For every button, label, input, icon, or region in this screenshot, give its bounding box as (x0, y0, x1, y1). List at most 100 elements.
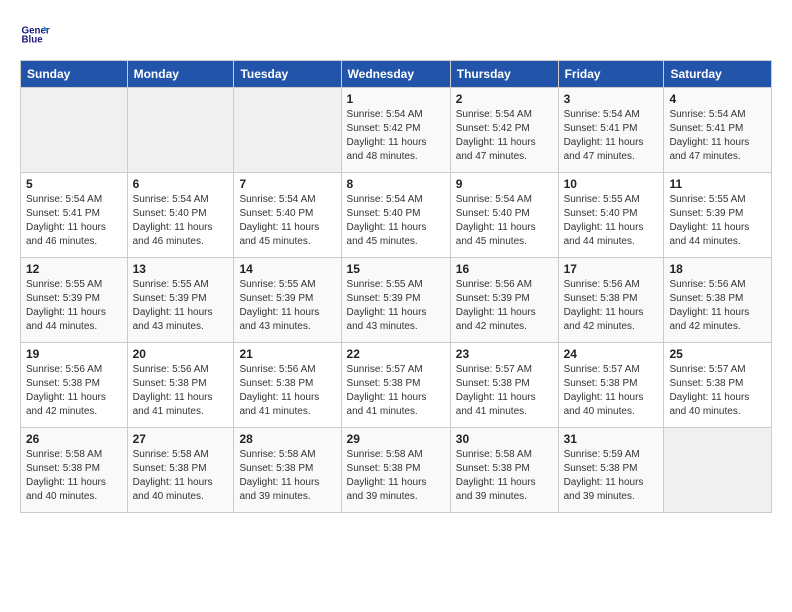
day-info: Sunrise: 5:54 AM Sunset: 5:42 PM Dayligh… (347, 108, 445, 164)
calendar-week-5: 26 Sunrise: 5:58 AM Sunset: 5:38 PM Dayli… (21, 428, 772, 513)
weekday-header-thursday: Thursday (450, 61, 558, 88)
svg-text:Blue: Blue (22, 35, 44, 46)
day-number: 25 (669, 347, 766, 361)
calendar-cell: 25 Sunrise: 5:57 AM Sunset: 5:38 PM Dayli… (664, 343, 772, 428)
day-info: Sunrise: 5:57 AM Sunset: 5:38 PM Dayligh… (347, 363, 445, 419)
calendar-cell: 26 Sunrise: 5:58 AM Sunset: 5:38 PM Dayli… (21, 428, 128, 513)
calendar-cell: 23 Sunrise: 5:57 AM Sunset: 5:38 PM Dayli… (450, 343, 558, 428)
day-info: Sunrise: 5:55 AM Sunset: 5:39 PM Dayligh… (347, 278, 445, 334)
calendar-week-3: 12 Sunrise: 5:55 AM Sunset: 5:39 PM Dayli… (21, 258, 772, 343)
calendar-cell: 28Sunrise: 5:58 AM Sunset: 5:38 PM Dayli… (234, 428, 341, 513)
calendar-cell: 3 Sunrise: 5:54 AM Sunset: 5:41 PM Daylig… (558, 88, 664, 173)
calendar-body: 1 Sunrise: 5:54 AM Sunset: 5:42 PM Daylig… (21, 88, 772, 513)
calendar-cell: 27 Sunrise: 5:58 AM Sunset: 5:38 PM Dayli… (127, 428, 234, 513)
calendar-cell: 20 Sunrise: 5:56 AM Sunset: 5:38 PM Dayli… (127, 343, 234, 428)
calendar-cell: 12 Sunrise: 5:55 AM Sunset: 5:39 PM Dayli… (21, 258, 128, 343)
day-info: Sunrise: 5:57 AM Sunset: 5:38 PM Dayligh… (669, 363, 766, 419)
day-number: 9 (456, 177, 553, 191)
day-info: Sunrise: 5:55 AM Sunset: 5:40 PM Dayligh… (564, 193, 659, 249)
calendar-cell: 2 Sunrise: 5:54 AM Sunset: 5:42 PM Daylig… (450, 88, 558, 173)
logo-icon: General Blue (20, 20, 50, 50)
calendar-cell: 15Sunrise: 5:55 AM Sunset: 5:39 PM Dayli… (341, 258, 450, 343)
weekday-header-row: SundayMondayTuesdayWednesdayThursdayFrid… (21, 61, 772, 88)
day-number: 27 (133, 432, 229, 446)
calendar-cell: 6Sunrise: 5:54 AM Sunset: 5:40 PM Daylig… (127, 173, 234, 258)
calendar-cell: 11Sunrise: 5:55 AM Sunset: 5:39 PM Dayli… (664, 173, 772, 258)
day-info: Sunrise: 5:54 AM Sunset: 5:40 PM Dayligh… (456, 193, 553, 249)
logo: General Blue (20, 20, 54, 50)
day-number: 20 (133, 347, 229, 361)
day-number: 1 (347, 92, 445, 106)
day-info: Sunrise: 5:56 AM Sunset: 5:38 PM Dayligh… (26, 363, 122, 419)
weekday-header-wednesday: Wednesday (341, 61, 450, 88)
calendar-cell (127, 88, 234, 173)
day-info: Sunrise: 5:58 AM Sunset: 5:38 PM Dayligh… (133, 448, 229, 504)
day-number: 17 (564, 262, 659, 276)
calendar-cell (664, 428, 772, 513)
day-number: 3 (564, 92, 659, 106)
calendar-cell: 7 Sunrise: 5:54 AM Sunset: 5:40 PM Daylig… (234, 173, 341, 258)
day-info: Sunrise: 5:56 AM Sunset: 5:38 PM Dayligh… (669, 278, 766, 334)
day-number: 24 (564, 347, 659, 361)
day-info: Sunrise: 5:54 AM Sunset: 5:41 PM Dayligh… (669, 108, 766, 164)
day-info: Sunrise: 5:56 AM Sunset: 5:38 PM Dayligh… (133, 363, 229, 419)
day-number: 30 (456, 432, 553, 446)
day-number: 22 (347, 347, 445, 361)
day-number: 26 (26, 432, 122, 446)
day-info: Sunrise: 5:54 AM Sunset: 5:41 PM Dayligh… (564, 108, 659, 164)
calendar-cell: 24 Sunrise: 5:57 AM Sunset: 5:38 PM Dayli… (558, 343, 664, 428)
day-number: 19 (26, 347, 122, 361)
day-number: 14 (239, 262, 335, 276)
day-info: Sunrise: 5:55 AM Sunset: 5:39 PM Dayligh… (133, 278, 229, 334)
calendar-cell: 19 Sunrise: 5:56 AM Sunset: 5:38 PM Dayli… (21, 343, 128, 428)
weekday-header-saturday: Saturday (664, 61, 772, 88)
day-number: 4 (669, 92, 766, 106)
calendar-cell: 13 Sunrise: 5:55 AM Sunset: 5:39 PM Dayli… (127, 258, 234, 343)
day-number: 21 (239, 347, 335, 361)
day-info: Sunrise: 5:54 AM Sunset: 5:40 PM Dayligh… (347, 193, 445, 249)
day-info: Sunrise: 5:54 AM Sunset: 5:42 PM Dayligh… (456, 108, 553, 164)
calendar-cell: 30 Sunrise: 5:58 AM Sunset: 5:38 PM Dayli… (450, 428, 558, 513)
calendar-cell: 17Sunrise: 5:56 AM Sunset: 5:38 PM Dayli… (558, 258, 664, 343)
day-number: 18 (669, 262, 766, 276)
calendar-cell: 1 Sunrise: 5:54 AM Sunset: 5:42 PM Daylig… (341, 88, 450, 173)
day-info: Sunrise: 5:58 AM Sunset: 5:38 PM Dayligh… (456, 448, 553, 504)
day-number: 13 (133, 262, 229, 276)
day-info: Sunrise: 5:57 AM Sunset: 5:38 PM Dayligh… (456, 363, 553, 419)
day-info: Sunrise: 5:56 AM Sunset: 5:38 PM Dayligh… (239, 363, 335, 419)
day-info: Sunrise: 5:57 AM Sunset: 5:38 PM Dayligh… (564, 363, 659, 419)
calendar-week-1: 1 Sunrise: 5:54 AM Sunset: 5:42 PM Daylig… (21, 88, 772, 173)
day-info: Sunrise: 5:55 AM Sunset: 5:39 PM Dayligh… (26, 278, 122, 334)
calendar-cell: 5 Sunrise: 5:54 AM Sunset: 5:41 PM Daylig… (21, 173, 128, 258)
weekday-header-friday: Friday (558, 61, 664, 88)
day-number: 8 (347, 177, 445, 191)
day-number: 12 (26, 262, 122, 276)
calendar-cell: 14Sunrise: 5:55 AM Sunset: 5:39 PM Dayli… (234, 258, 341, 343)
page-header: General Blue (20, 20, 772, 50)
day-info: Sunrise: 5:56 AM Sunset: 5:39 PM Dayligh… (456, 278, 553, 334)
calendar-cell (21, 88, 128, 173)
day-info: Sunrise: 5:54 AM Sunset: 5:41 PM Dayligh… (26, 193, 122, 249)
day-number: 5 (26, 177, 122, 191)
day-number: 31 (564, 432, 659, 446)
day-number: 29 (347, 432, 445, 446)
calendar-week-4: 19 Sunrise: 5:56 AM Sunset: 5:38 PM Dayli… (21, 343, 772, 428)
day-number: 2 (456, 92, 553, 106)
day-number: 7 (239, 177, 335, 191)
calendar-cell: 10 Sunrise: 5:55 AM Sunset: 5:40 PM Dayli… (558, 173, 664, 258)
calendar-cell: 31Sunrise: 5:59 AM Sunset: 5:38 PM Dayli… (558, 428, 664, 513)
day-number: 6 (133, 177, 229, 191)
weekday-header-sunday: Sunday (21, 61, 128, 88)
day-number: 28 (239, 432, 335, 446)
day-info: Sunrise: 5:58 AM Sunset: 5:38 PM Dayligh… (26, 448, 122, 504)
calendar-cell (234, 88, 341, 173)
day-number: 10 (564, 177, 659, 191)
day-info: Sunrise: 5:54 AM Sunset: 5:40 PM Dayligh… (239, 193, 335, 249)
calendar-cell: 16 Sunrise: 5:56 AM Sunset: 5:39 PM Dayli… (450, 258, 558, 343)
calendar-week-2: 5 Sunrise: 5:54 AM Sunset: 5:41 PM Daylig… (21, 173, 772, 258)
day-info: Sunrise: 5:55 AM Sunset: 5:39 PM Dayligh… (669, 193, 766, 249)
day-number: 23 (456, 347, 553, 361)
calendar-table: SundayMondayTuesdayWednesdayThursdayFrid… (20, 60, 772, 513)
weekday-header-tuesday: Tuesday (234, 61, 341, 88)
day-number: 16 (456, 262, 553, 276)
